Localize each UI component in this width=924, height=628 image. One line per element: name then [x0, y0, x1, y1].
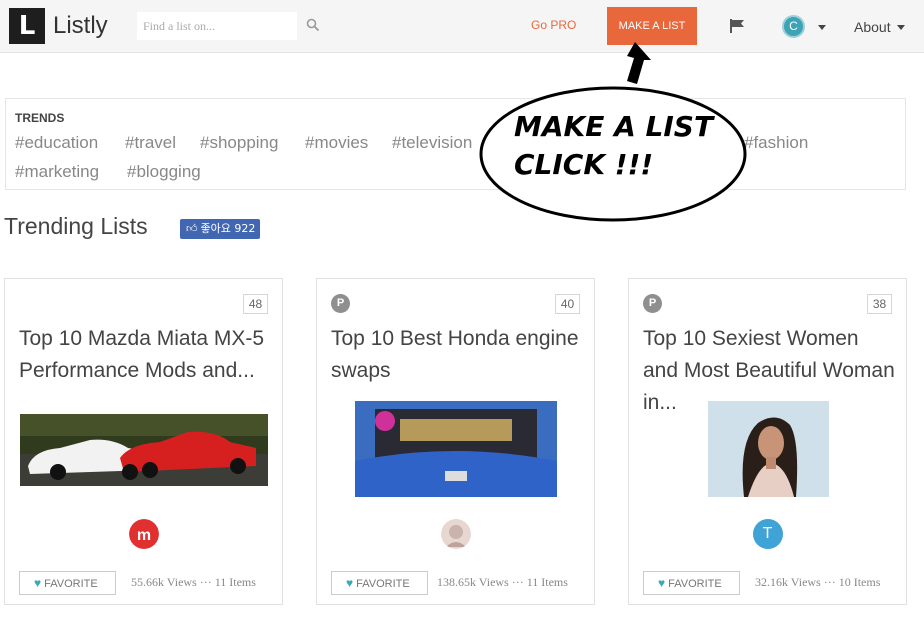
tag-link[interactable]: #shopping — [200, 133, 278, 153]
list-card[interactable]: 48 Top 10 Mazda Miata MX-5 Performance M… — [4, 278, 283, 605]
svg-text:m: m — [136, 527, 150, 544]
go-pro-link[interactable]: Go PRO — [531, 18, 576, 32]
heart-icon: ♥ — [658, 576, 666, 590]
list-stats: 32.16k Views ··· 10 Items — [755, 575, 881, 589]
callout-line-2: CLICK !!! — [514, 148, 654, 181]
tag-link[interactable]: #travel — [125, 133, 176, 153]
search-icon[interactable] — [306, 18, 320, 32]
favorite-button[interactable]: ♥ FAVORITE — [331, 571, 428, 595]
arrow-up-icon — [627, 42, 651, 84]
listly-logo[interactable]: L — [9, 8, 45, 44]
facebook-like-button[interactable]: 👍︎ 좋아요 922 — [180, 219, 260, 239]
chevron-down-icon[interactable] — [897, 25, 905, 30]
list-stats: 138.65k Views ··· 11 Items — [437, 575, 568, 589]
tag-link[interactable]: #blogging — [127, 162, 201, 182]
user-avatar[interactable]: C — [782, 15, 805, 38]
list-card[interactable]: P 40 Top 10 Best Honda engine swaps ♥ FAV… — [316, 278, 595, 605]
list-thumbnail[interactable] — [708, 401, 829, 497]
listly-wordmark[interactable]: Listly — [53, 12, 108, 40]
favorite-label: FAVORITE — [356, 578, 410, 590]
heart-icon: ♥ — [346, 576, 354, 590]
like-count-label: 좋아요 922 — [200, 222, 256, 235]
favorite-button[interactable]: ♥ FAVORITE — [19, 571, 116, 595]
pro-badge: P — [643, 294, 662, 313]
flag-icon[interactable] — [729, 18, 745, 34]
list-title[interactable]: Top 10 Mazda Miata MX-5 Performance Mods… — [19, 323, 271, 387]
item-count-badge: 40 — [555, 294, 580, 314]
owner-avatar[interactable]: m — [128, 519, 159, 549]
tag-link[interactable]: #television — [392, 133, 472, 153]
thumbs-up-icon: 👍︎ — [186, 222, 198, 235]
pro-badge: P — [331, 294, 350, 313]
list-stats: 55.66k Views ··· 11 Items — [131, 575, 256, 589]
search-input[interactable] — [137, 12, 297, 40]
owner-avatar[interactable]: T — [752, 519, 783, 549]
list-title[interactable]: Top 10 Best Honda engine swaps — [331, 323, 583, 387]
favorite-button[interactable]: ♥ FAVORITE — [643, 571, 740, 595]
trending-lists-heading: Trending Lists — [4, 213, 148, 239]
list-thumbnail[interactable] — [355, 401, 557, 497]
tag-link[interactable]: #marketing — [15, 162, 99, 182]
item-count-badge: 48 — [243, 294, 268, 314]
favorite-label: FAVORITE — [668, 578, 722, 590]
favorite-label: FAVORITE — [44, 578, 98, 590]
list-card[interactable]: P 38 Top 10 Sexiest Women and Most Beaut… — [628, 278, 907, 605]
owner-avatar[interactable] — [440, 519, 471, 549]
tag-link[interactable]: #movies — [305, 133, 368, 153]
list-thumbnail[interactable] — [20, 414, 268, 486]
about-menu[interactable]: About — [854, 19, 891, 35]
trends-panel: TRENDS #education #travel #shopping #mov… — [5, 98, 906, 190]
trends-heading: TRENDS — [15, 111, 65, 125]
heart-icon: ♥ — [34, 576, 42, 590]
tag-link[interactable]: #education — [15, 133, 98, 153]
callout-line-1: MAKE A LIST — [514, 110, 714, 143]
callout-text: MAKE A LIST CLICK !!! — [514, 108, 713, 184]
tag-link[interactable]: #fashion — [744, 133, 808, 153]
chevron-down-icon[interactable] — [818, 25, 826, 30]
top-navbar: L Listly Go PRO MAKE A LIST C About — [0, 0, 924, 53]
item-count-badge: 38 — [867, 294, 892, 314]
